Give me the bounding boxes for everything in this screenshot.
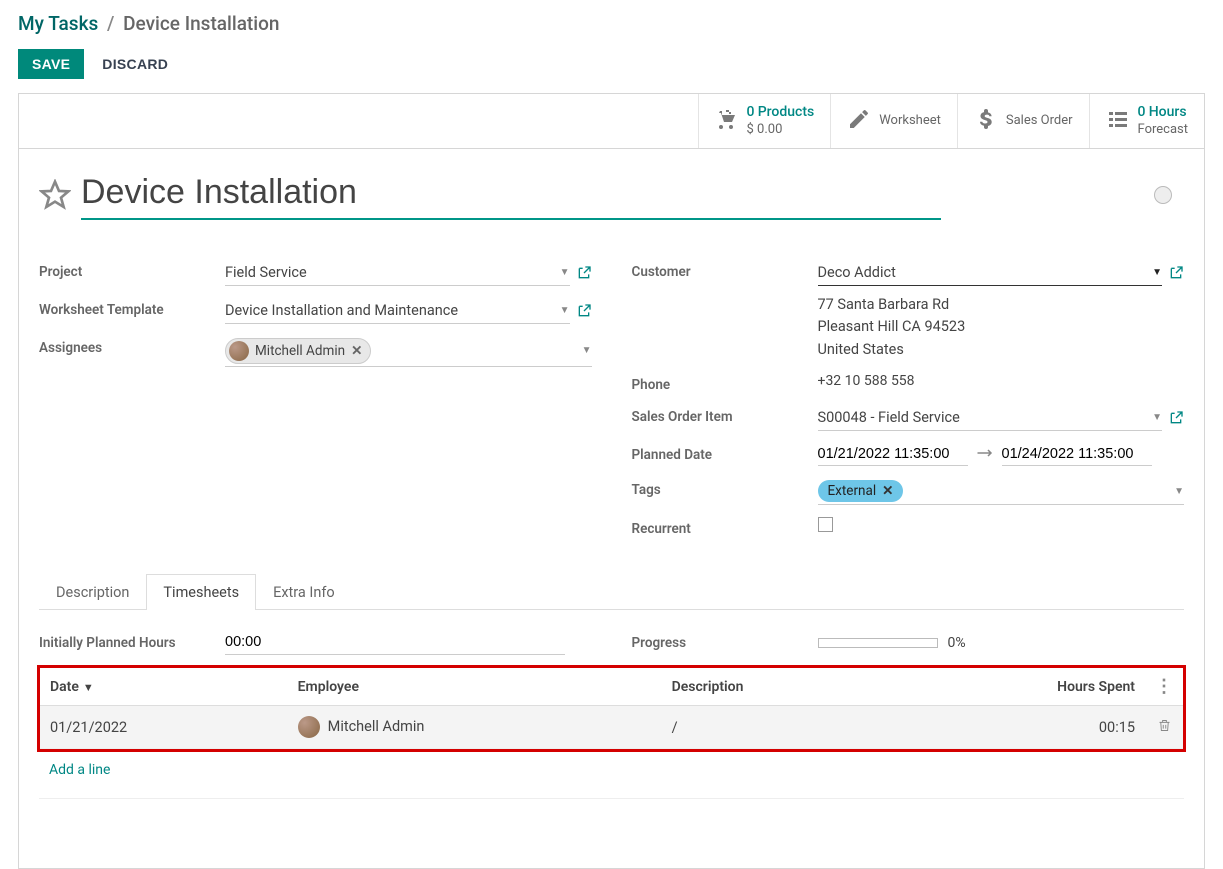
tags-select[interactable]: External ✕ ▼ — [818, 478, 1185, 505]
table-row[interactable]: 01/21/2022 Mitchell Admin / 00:15 — [40, 706, 1183, 749]
stat-products-amount: $ 0.00 — [747, 122, 815, 138]
cell-date: 01/21/2022 — [40, 706, 288, 749]
recurrent-checkbox[interactable] — [818, 517, 833, 532]
col-hours-header[interactable]: Hours Spent — [896, 668, 1145, 706]
cell-hours: 00:15 — [896, 706, 1145, 749]
stat-worksheet-label: Worksheet — [879, 113, 941, 129]
project-label: Project — [39, 260, 225, 280]
planned-date-to-input[interactable] — [1002, 443, 1152, 466]
cell-employee: Mitchell Admin — [288, 706, 662, 749]
assignee-chip-label: Mitchell Admin — [255, 343, 345, 359]
stat-worksheet-button[interactable]: Worksheet — [830, 94, 957, 148]
cell-description: / — [662, 706, 896, 749]
sort-desc-icon: ▼ — [83, 681, 94, 694]
worksheet-template-label: Worksheet Template — [39, 298, 225, 318]
stat-hours-count: 0 — [1138, 104, 1146, 120]
timesheet-table: Date▼ Employee Description Hours Spent ⋮… — [40, 668, 1183, 749]
recurrent-label: Recurrent — [632, 517, 818, 537]
tabs: Description Timesheets Extra Info — [39, 573, 1184, 610]
soi-external-link-icon[interactable] — [1168, 410, 1184, 426]
stat-hours-sub: Forecast — [1138, 122, 1188, 138]
timesheet-highlight: Date▼ Employee Description Hours Spent ⋮… — [37, 665, 1186, 752]
add-line-button[interactable]: Add a line — [39, 752, 1184, 788]
chevron-down-icon: ▼ — [1152, 267, 1162, 278]
chevron-down-icon: ▼ — [560, 305, 570, 316]
stat-salesorder-button[interactable]: Sales Order — [957, 94, 1089, 148]
assignees-label: Assignees — [39, 336, 225, 356]
stat-salesorder-label: Sales Order — [1006, 113, 1073, 129]
initially-planned-hours-input[interactable] — [225, 630, 565, 655]
customer-select[interactable]: Deco Addict▼ — [818, 260, 1163, 286]
tab-description[interactable]: Description — [39, 574, 146, 610]
dollar-icon — [974, 107, 998, 135]
col-description-header[interactable]: Description — [662, 668, 896, 706]
project-external-link-icon[interactable] — [576, 265, 592, 281]
remove-tag-icon[interactable]: ✕ — [882, 483, 893, 499]
progress-bar — [818, 638, 938, 648]
col-employee-header[interactable]: Employee — [288, 668, 662, 706]
customer-address: 77 Santa Barbara Rd Pleasant Hill CA 945… — [818, 290, 1185, 361]
save-button[interactable]: SAVE — [18, 49, 84, 79]
chevron-down-icon: ▼ — [1174, 486, 1184, 497]
avatar — [229, 341, 249, 361]
tag-chip-label: External — [828, 483, 877, 499]
form-sheet: 0 Products $ 0.00 Worksheet Sales Order … — [18, 93, 1205, 869]
planned-date-from-input[interactable] — [818, 443, 968, 466]
assignee-chip: Mitchell Admin ✕ — [225, 338, 371, 364]
worksheet-external-link-icon[interactable] — [576, 303, 592, 319]
stat-hours-button[interactable]: 0 Hours Forecast — [1089, 94, 1204, 148]
tag-chip: External ✕ — [818, 480, 904, 502]
header-row — [19, 149, 1204, 226]
progress-label: Progress — [632, 635, 818, 651]
phone-value: +32 10 588 558 — [818, 373, 915, 389]
breadcrumb-root[interactable]: My Tasks — [18, 12, 98, 35]
status-circle[interactable] — [1154, 186, 1172, 204]
right-column: Customer Deco Addict▼ 77 Santa Barbara R… — [632, 254, 1185, 543]
pencil-icon — [847, 107, 871, 135]
task-title-input[interactable] — [81, 171, 941, 220]
tab-extra-info[interactable]: Extra Info — [256, 574, 352, 610]
chevron-down-icon: ▼ — [582, 345, 592, 356]
cart-icon — [715, 107, 739, 135]
tasks-icon — [1106, 107, 1130, 135]
col-date-header[interactable]: Date▼ — [40, 668, 288, 706]
tab-content-timesheets: Initially Planned Hours Progress 0% Date… — [19, 610, 1204, 868]
breadcrumb: My Tasks / Device Installation — [0, 0, 1223, 43]
chevron-down-icon: ▼ — [1152, 412, 1162, 423]
chevron-down-icon: ▼ — [560, 267, 570, 278]
initially-planned-hours-label: Initially Planned Hours — [39, 635, 225, 651]
worksheet-template-select[interactable]: Device Installation and Maintenance▼ — [225, 298, 570, 324]
planned-date-label: Planned Date — [632, 443, 818, 463]
sales-order-item-select[interactable]: S00048 - Field Service▼ — [818, 405, 1163, 431]
customer-external-link-icon[interactable] — [1168, 265, 1184, 281]
statbar: 0 Products $ 0.00 Worksheet Sales Order … — [19, 94, 1204, 149]
tags-label: Tags — [632, 478, 818, 498]
discard-button[interactable]: DISCARD — [102, 56, 168, 72]
toolbar: SAVE DISCARD — [0, 43, 1223, 93]
stat-products-count: 0 — [747, 104, 755, 120]
progress-value: 0% — [948, 635, 966, 651]
project-select[interactable]: Field Service▼ — [225, 260, 570, 286]
arrow-right-icon — [976, 446, 994, 464]
left-column: Project Field Service▼ Worksheet Templat… — [39, 254, 592, 543]
avatar — [298, 716, 320, 738]
stat-products-button[interactable]: 0 Products $ 0.00 — [698, 94, 831, 148]
assignees-select[interactable]: Mitchell Admin ✕ ▼ — [225, 336, 592, 367]
kebab-icon[interactable]: ⋮ — [1155, 676, 1173, 697]
trash-icon[interactable] — [1157, 720, 1172, 737]
breadcrumb-current: Device Installation — [123, 12, 279, 35]
star-icon[interactable] — [39, 179, 71, 211]
remove-assignee-icon[interactable]: ✕ — [351, 343, 362, 359]
tab-timesheets[interactable]: Timesheets — [146, 574, 256, 610]
customer-label: Customer — [632, 260, 818, 280]
sales-order-item-label: Sales Order Item — [632, 405, 818, 425]
phone-label: Phone — [632, 373, 818, 393]
